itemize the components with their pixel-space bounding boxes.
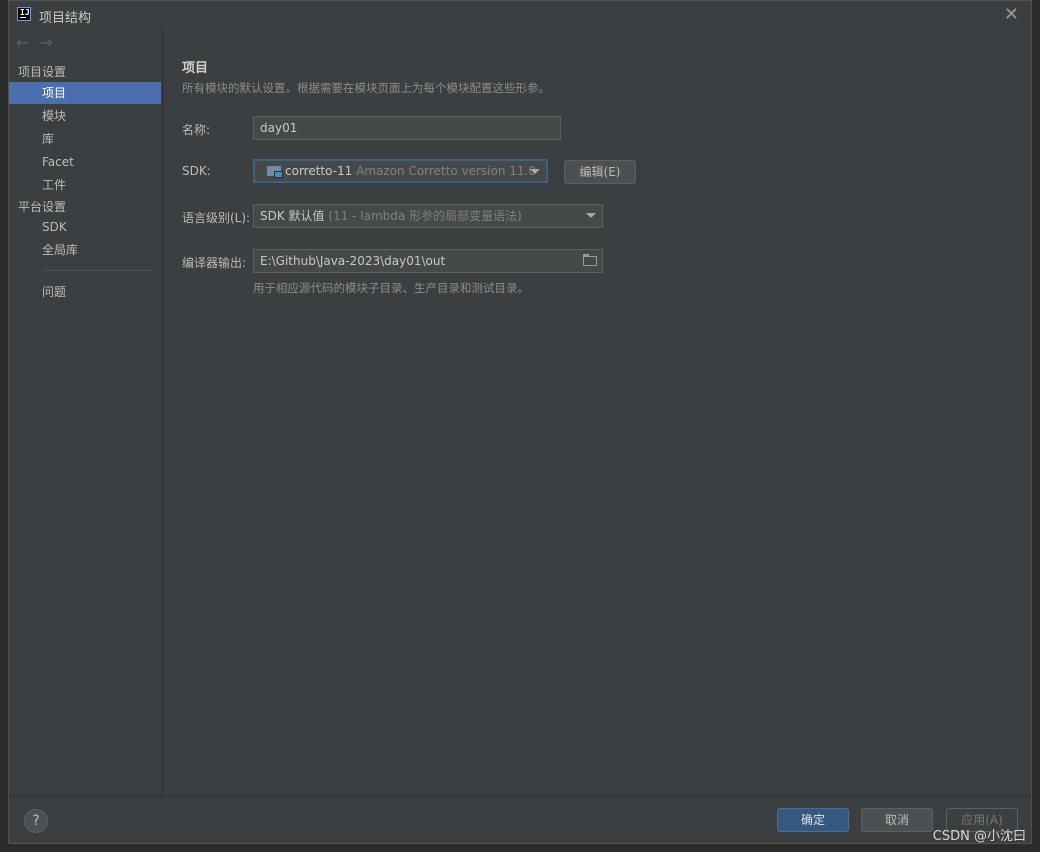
ok-button[interactable]: 确定 — [777, 808, 849, 832]
dropdown-arrow-icon — [586, 213, 596, 218]
project-structure-dialog: IJ 项目结构 ✕ ← → 项目设置 项目 模块 库 Facet 工件 平台设置 … — [8, 0, 1032, 844]
page-title: 项目 — [182, 61, 209, 76]
help-icon[interactable]: ? — [24, 809, 48, 833]
watermark: CSDN @小沈曰 — [932, 829, 1026, 844]
compiler-output-value: E:\Github\Java-2023\day01\out — [260, 254, 446, 268]
sdk-folder-icon — [267, 166, 283, 178]
sdk-label: SDK: — [182, 164, 211, 178]
forward-arrow-icon[interactable]: → — [39, 33, 52, 52]
close-icon[interactable]: ✕ — [1004, 4, 1019, 25]
dialog-footer: ? 确定 取消 应用(A) — [9, 796, 1031, 843]
window-title: 项目结构 — [39, 11, 92, 26]
sidebar-item-libraries[interactable]: 库 — [9, 128, 161, 150]
app-logo-icon: IJ — [17, 7, 31, 21]
language-level-value: SDK 默认值 — [260, 209, 325, 223]
sidebar-item-problems[interactable]: 问题 — [9, 281, 161, 303]
back-arrow-icon[interactable]: ← — [16, 33, 29, 52]
group-project-settings: 项目设置 — [18, 65, 67, 79]
dropdown-arrow-icon — [530, 169, 540, 174]
sidebar-item-sdk[interactable]: SDK — [9, 216, 161, 238]
page-description: 所有模块的默认设置。根据需要在模块页面上为每个模块配置这些形参。 — [182, 81, 550, 95]
sidebar-item-global-libraries[interactable]: 全局库 — [9, 239, 161, 261]
sidebar-item-modules[interactable]: 模块 — [9, 105, 161, 127]
name-label: 名称: — [182, 123, 211, 137]
sidebar-item-project[interactable]: 项目 — [9, 82, 161, 104]
compiler-output-field[interactable]: E:\Github\Java-2023\day01\out — [253, 249, 603, 273]
sidebar-item-artifacts[interactable]: 工件 — [9, 174, 161, 196]
sidebar-item-facet[interactable]: Facet — [9, 151, 161, 173]
language-level-label: 语言级别(L): — [182, 211, 251, 225]
compiler-output-label: 编译器输出: — [182, 256, 247, 270]
sidebar-divider — [42, 270, 154, 271]
sidebar: ← → 项目设置 项目 模块 库 Facet 工件 平台设置 SDK 全局库 问题 — [9, 29, 163, 797]
browse-folder-icon[interactable] — [583, 254, 597, 266]
sdk-version: Amazon Corretto version 11.0 — [356, 164, 536, 178]
name-input[interactable] — [253, 116, 561, 140]
language-level-dropdown[interactable]: SDK 默认值 (11 - lambda 形参的局部变量语法) — [253, 204, 603, 228]
sdk-name: corretto-11 — [285, 164, 353, 178]
title-bar: IJ 项目结构 ✕ — [9, 1, 1031, 30]
cancel-button[interactable]: 取消 — [861, 808, 933, 832]
compiler-output-hint: 用于相应源代码的模块子目录、生产目录和测试目录。 — [253, 281, 529, 295]
edit-sdk-button[interactable]: 编辑(E) — [564, 160, 636, 184]
group-platform-settings: 平台设置 — [18, 200, 67, 214]
language-level-detail: (11 - lambda 形参的局部变量语法) — [328, 209, 522, 223]
sdk-dropdown[interactable]: corretto-11 Amazon Corretto version 11.0 — [253, 159, 548, 183]
project-settings-panel: 项目 所有模块的默认设置。根据需要在模块页面上为每个模块配置这些形参。 名称: … — [163, 29, 1031, 797]
nav-arrows: ← → — [16, 33, 63, 52]
